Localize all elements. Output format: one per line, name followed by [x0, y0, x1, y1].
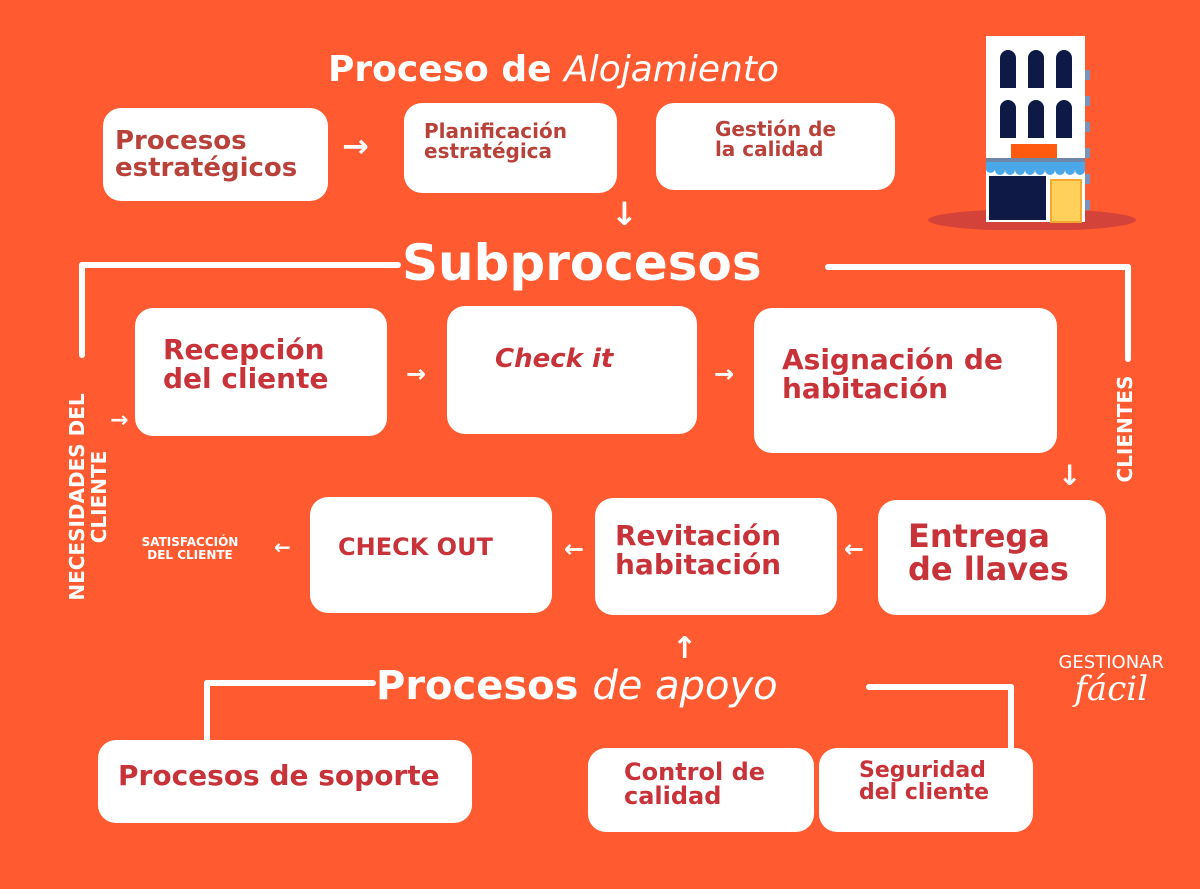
box-check-out: CHECK OUT: [310, 497, 552, 613]
box-revitacion-habitacion: Revitación habitación: [595, 498, 837, 615]
box-label: Revitación habitación: [615, 519, 782, 581]
title-italic: Alojamiento: [564, 49, 779, 90]
box-label: CHECK OUT: [338, 533, 493, 561]
box-recepcion-cliente: Recepción del cliente: [135, 308, 387, 436]
apoyo-title-bold: Procesos: [376, 663, 579, 709]
connector-line: [79, 262, 85, 358]
box-asignacion-habitacion: Asignación de habitación: [754, 308, 1057, 453]
arrow-right-icon: →: [342, 127, 369, 165]
box-label: Recepción del cliente: [163, 333, 329, 395]
necesidades-del-cliente-label: NECESIDADES DEL CLIENTE: [65, 393, 111, 601]
box-seguridad-cliente: Seguridad del cliente: [819, 748, 1033, 832]
box-label: Entrega de llaves: [908, 517, 1069, 588]
gestionar-facil-logo: GESTIONAR fácil: [1014, 652, 1164, 709]
box-label: Check it: [495, 344, 614, 374]
hotel-building-illustration: [928, 36, 1136, 230]
apoyo-title-italic: de apoyo: [592, 663, 778, 709]
arrow-left-icon: ←: [844, 535, 865, 563]
apoyo-title: Procesos de apoyo: [376, 666, 778, 706]
box-entrega-llaves: Entrega de llaves: [878, 500, 1106, 615]
box-label: Gestión de la calidad: [714, 117, 837, 162]
connector-line: [825, 264, 1131, 270]
box-label: Procesos de soporte: [118, 759, 440, 792]
clientes-label: CLIENTES: [1113, 375, 1137, 483]
title-bold: Proceso de: [328, 49, 552, 90]
satisfaccion-del-cliente-label: SATISFACCIÓN DEL CLIENTE: [141, 535, 239, 563]
box-procesos-estrategicos: Procesos estratégicos: [103, 108, 328, 201]
arrow-down-icon: ↓: [611, 195, 638, 233]
box-label: Control de calidad: [624, 758, 766, 811]
diagram-title: Proceso de Alojamiento: [328, 52, 779, 88]
connector-line: [204, 680, 210, 742]
box-planificacion: Planificación estratégica: [404, 103, 617, 193]
logo-bottom: fácil: [1074, 669, 1148, 709]
box-procesos-soporte: Procesos de soporte: [98, 740, 472, 823]
box-control-calidad: Control de calidad: [588, 748, 814, 832]
box-label: Procesos estratégicos: [115, 125, 298, 183]
arrow-up-icon: ↑: [672, 631, 698, 666]
subprocesos-title: Subprocesos: [402, 234, 762, 292]
connector-line: [866, 684, 1014, 690]
connector-line: [1125, 264, 1131, 362]
arrow-right-icon: →: [714, 360, 735, 388]
box-gestion-calidad: Gestión de la calidad: [656, 103, 895, 190]
connector-line: [204, 680, 376, 686]
arrow-left-icon: ←: [564, 535, 585, 563]
box-label: Seguridad del cliente: [859, 758, 990, 806]
arrow-right-icon: →: [406, 360, 427, 388]
arrow-right-icon: →: [110, 408, 129, 433]
box-check-in: Check it: [447, 306, 697, 434]
arrow-left-icon: ←: [274, 535, 291, 559]
connector-line: [79, 262, 401, 268]
arrow-down-icon: ↓: [1058, 459, 1082, 492]
box-label: Asignación de habitación: [782, 343, 1003, 405]
box-label: Planificación estratégica: [424, 119, 567, 164]
